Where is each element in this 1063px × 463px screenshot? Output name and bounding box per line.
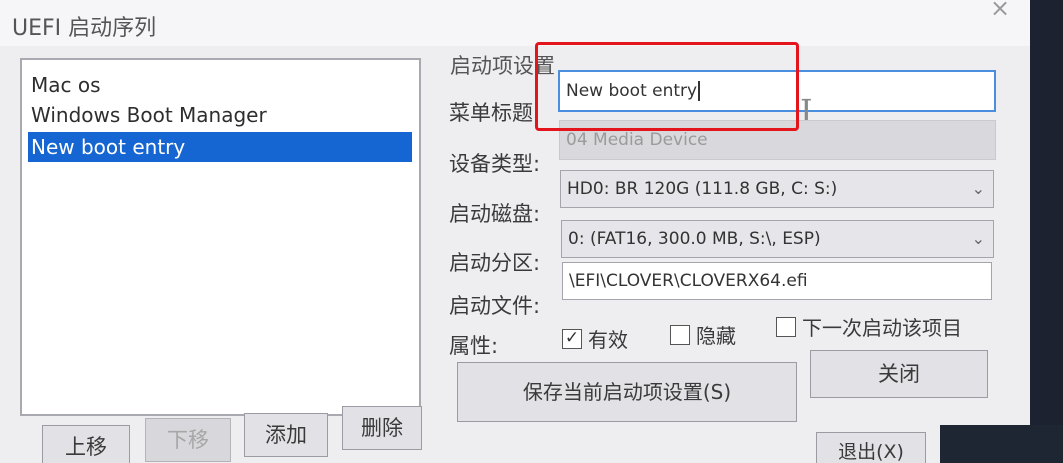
menu-title-label: 菜单标题:	[449, 101, 541, 125]
checkbox-checked-icon: ✓	[562, 328, 582, 349]
active-checkbox-label: 有效	[588, 328, 628, 352]
boot-disk-value: HD0: BR 120G (111.8 GB, C: S:)	[567, 179, 838, 199]
boot-entry-list[interactable]: Mac os Windows Boot Manager New boot ent…	[20, 58, 421, 416]
close-icon[interactable]: ×	[990, 0, 1010, 22]
annotation-highlight-box	[535, 42, 799, 131]
boot-file-input[interactable]: \EFI\CLOVER\CLOVERX64.efi	[562, 262, 992, 300]
uefi-boot-sequence-window: UEFI 启动序列 × Mac os Windows Boot Manager …	[0, 0, 1030, 463]
chevron-down-icon: ⌄	[971, 179, 985, 198]
boot-partition-label: 启动分区:	[449, 251, 541, 275]
title-bar: UEFI 启动序列 ×	[0, 0, 1030, 46]
move-up-button[interactable]: 上移	[42, 425, 130, 463]
exit-button[interactable]: 退出(X)	[816, 432, 926, 463]
chevron-down-icon: ⌄	[971, 229, 985, 248]
close-button[interactable]: 关闭	[810, 350, 988, 398]
move-down-button[interactable]: 下移	[145, 418, 231, 462]
list-item-windows-boot-manager[interactable]: Windows Boot Manager	[28, 100, 267, 130]
checkbox-empty-icon	[776, 316, 796, 337]
boot-partition-value: 0: (FAT16, 300.0 MB, S:\, ESP)	[568, 229, 821, 249]
boot-partition-dropdown[interactable]: 0: (FAT16, 300.0 MB, S:\, ESP) ⌄	[561, 220, 994, 258]
next-boot-checkbox-label: 下一次启动该项目	[802, 316, 962, 340]
window-title: UEFI 启动序列	[12, 16, 157, 41]
hidden-checkbox-label: 隐藏	[696, 324, 736, 348]
attributes-label: 属性:	[449, 334, 499, 358]
device-type-label: 设备类型:	[449, 152, 541, 176]
add-button[interactable]: 添加	[244, 413, 328, 457]
active-checkbox[interactable]: ✓ 有效	[562, 324, 628, 353]
hidden-checkbox[interactable]: 隐藏	[670, 320, 736, 349]
delete-button[interactable]: 删除	[342, 406, 422, 450]
list-item-mac-os[interactable]: Mac os	[28, 70, 101, 100]
boot-file-label: 启动文件:	[449, 294, 541, 318]
checkbox-empty-icon	[670, 324, 690, 345]
boot-disk-dropdown[interactable]: HD0: BR 120G (111.8 GB, C: S:) ⌄	[560, 170, 994, 208]
background-desktop	[940, 425, 1063, 463]
list-item-new-boot-entry[interactable]: New boot entry	[28, 132, 412, 162]
boot-disk-label: 启动磁盘:	[449, 202, 541, 226]
save-boot-settings-button[interactable]: 保存当前启动项设置(S)	[457, 362, 797, 422]
next-boot-checkbox[interactable]: 下一次启动该项目	[776, 312, 962, 341]
